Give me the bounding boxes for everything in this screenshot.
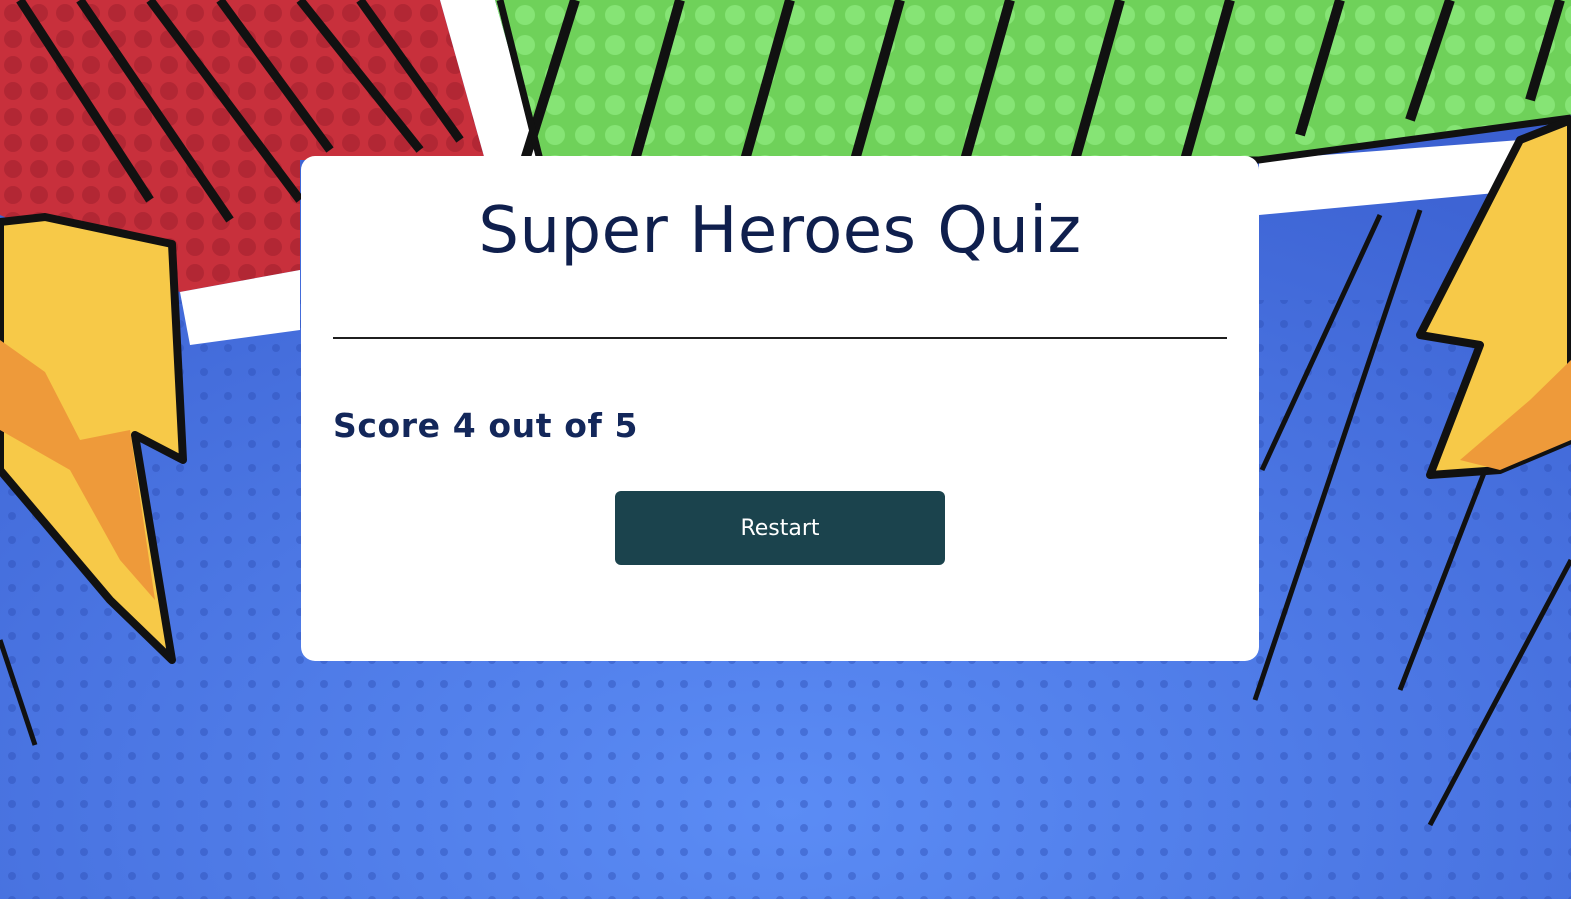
quiz-card: Super Heroes Quiz Score 4 out of 5 Resta… xyxy=(301,156,1259,661)
restart-button[interactable]: Restart xyxy=(615,491,945,565)
quiz-title: Super Heroes Quiz xyxy=(478,194,1082,268)
score-text: Score 4 out of 5 xyxy=(333,406,639,445)
title-divider xyxy=(333,337,1227,339)
